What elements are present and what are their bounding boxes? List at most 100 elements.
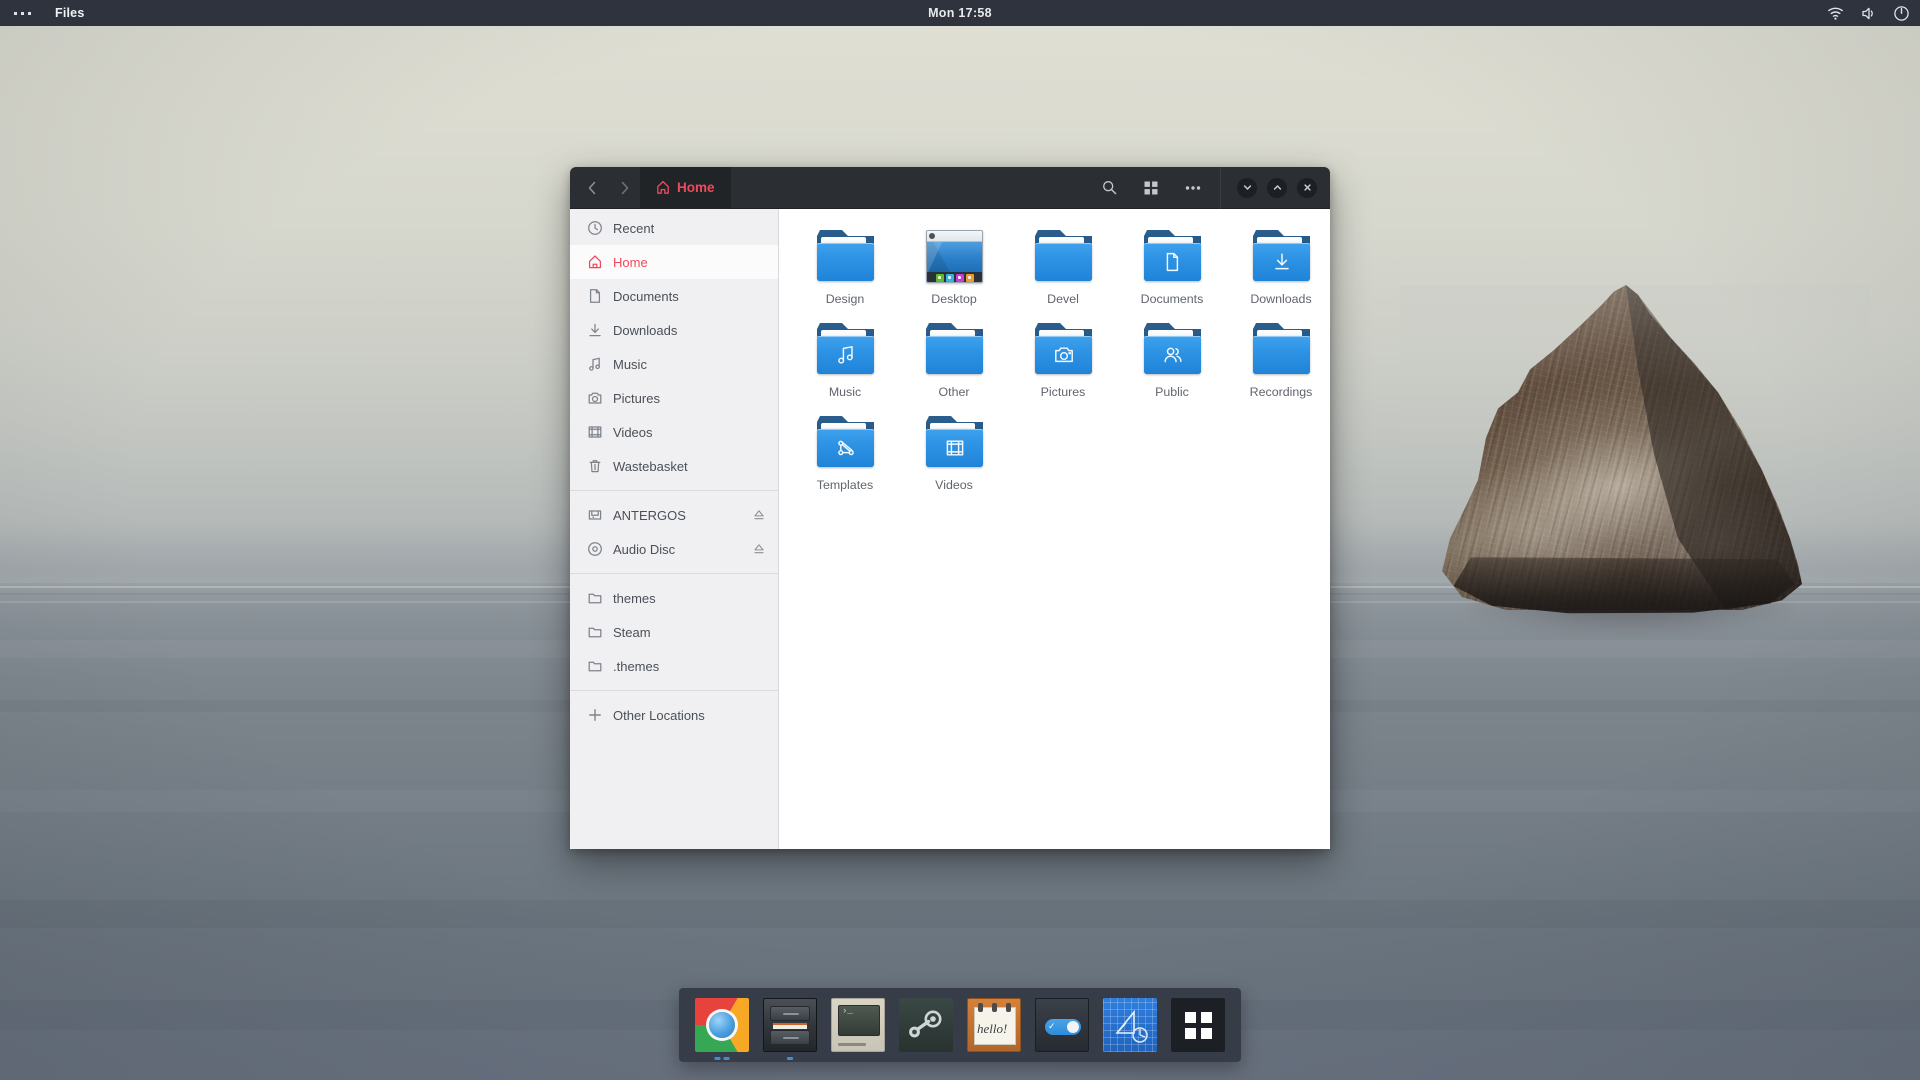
file-item[interactable]: Videos <box>900 409 1008 498</box>
sidebar-item-antergos[interactable]: ANTERGOS <box>570 498 778 532</box>
search-button[interactable] <box>1088 167 1130 209</box>
sidebar-item-pictures[interactable]: Pictures <box>570 381 778 415</box>
wifi-icon[interactable] <box>1827 5 1844 22</box>
file-list-area[interactable]: Design Desktop Devel Documents Downloads… <box>779 209 1330 849</box>
sidebar-item-recent[interactable]: Recent <box>570 211 778 245</box>
clock-label[interactable]: Mon 17:58 <box>928 6 992 20</box>
sidebar-item-documents[interactable]: Documents <box>570 279 778 313</box>
sidebar-item-dot-themes[interactable]: .themes <box>570 649 778 683</box>
file-name-label: Downloads <box>1250 292 1312 306</box>
close-button[interactable] <box>1297 177 1317 198</box>
clock-icon <box>587 220 603 236</box>
dock-item-notes[interactable]: hello! <box>967 998 1021 1052</box>
back-button[interactable] <box>576 167 608 209</box>
file-item[interactable]: Devel <box>1009 223 1117 312</box>
sidebar-item-themes[interactable]: themes <box>570 581 778 615</box>
application-dock[interactable]: hello! ✓ <box>679 988 1241 1062</box>
eject-icon[interactable] <box>752 508 766 522</box>
cabinet-icon <box>763 998 817 1052</box>
folder-icon <box>813 414 877 474</box>
camera-icon <box>587 390 603 406</box>
window-body: Recent Home Documents Downloads Music Picture… <box>570 209 1330 849</box>
folder-icon <box>922 414 986 474</box>
active-app-name[interactable]: Files <box>45 6 95 20</box>
forward-button[interactable] <box>608 167 640 209</box>
header-spacer <box>731 167 1088 209</box>
toggle-icon: ✓ <box>1035 998 1089 1052</box>
ellipsis-icon <box>1184 184 1202 192</box>
file-manager-window[interactable]: Home Recent Home Documents Downloads Mus… <box>570 167 1330 849</box>
dock-item-blueprint[interactable] <box>1103 998 1157 1052</box>
notepad-icon: hello! <box>967 998 1021 1052</box>
graph-icon <box>817 429 874 467</box>
dock-item-files[interactable] <box>763 998 817 1060</box>
file-name-label: Recordings <box>1249 385 1313 399</box>
home-icon <box>587 254 603 270</box>
sidebar-item-music[interactable]: Music <box>570 347 778 381</box>
minimize-button[interactable] <box>1237 177 1257 198</box>
folder-front <box>1253 336 1310 374</box>
file-name-label: Music <box>828 385 862 399</box>
navigation-buttons <box>570 167 640 209</box>
sidebar-item-wastebasket[interactable]: Wastebasket <box>570 449 778 483</box>
dock-item-show-apps[interactable] <box>1171 998 1225 1052</box>
chevron-down-icon <box>1242 182 1253 193</box>
sidebar-item-label: Home <box>613 254 648 270</box>
maximize-button[interactable] <box>1267 177 1287 198</box>
folder-outline-icon <box>587 590 603 606</box>
sidebar-separator <box>570 573 778 574</box>
grid-icon <box>1143 180 1159 196</box>
desktop-preview-dock <box>927 272 982 282</box>
dock-item-chrome[interactable] <box>695 998 749 1060</box>
file-name-label: Public <box>1155 385 1189 399</box>
file-item[interactable]: Public <box>1118 316 1226 405</box>
sidebar-item-home[interactable]: Home <box>570 245 778 279</box>
eject-icon[interactable] <box>752 542 766 556</box>
folder-icon <box>1031 321 1095 381</box>
breadcrumb-home[interactable]: Home <box>640 167 731 209</box>
view-grid-button[interactable] <box>1130 167 1172 209</box>
desktop-preview-app-icon <box>965 273 974 282</box>
file-item[interactable]: Documents <box>1118 223 1226 312</box>
file-item[interactable]: Desktop <box>900 223 1008 312</box>
dock-item-steam[interactable] <box>899 998 953 1052</box>
file-item[interactable]: Pictures <box>1009 316 1117 405</box>
clock: Mon 17:58 <box>0 6 1920 20</box>
file-name-label: Templates <box>816 478 874 492</box>
dock-item-terminal[interactable] <box>831 998 885 1052</box>
download-icon <box>587 322 603 338</box>
file-item[interactable]: Music <box>791 316 899 405</box>
chevron-up-icon <box>1272 182 1283 193</box>
file-item[interactable]: Downloads <box>1227 223 1330 312</box>
plus-icon <box>587 707 603 723</box>
file-item[interactable]: Design <box>791 223 899 312</box>
places-sidebar[interactable]: Recent Home Documents Downloads Music Picture… <box>570 209 779 849</box>
running-indicator <box>714 1057 730 1060</box>
desktop-preview-app-icon <box>935 273 944 282</box>
sidebar-item-downloads[interactable]: Downloads <box>570 313 778 347</box>
sidebar-item-videos[interactable]: Videos <box>570 415 778 449</box>
file-item[interactable]: Recordings <box>1227 316 1330 405</box>
folder-icon <box>1249 321 1313 381</box>
file-item[interactable]: Templates <box>791 409 899 498</box>
film-icon <box>926 429 983 467</box>
sidebar-item-steam[interactable]: Steam <box>570 615 778 649</box>
activities-button[interactable] <box>0 0 45 26</box>
sidebar-item-other-locations[interactable]: Other Locations <box>570 698 778 732</box>
file-item[interactable]: Other <box>900 316 1008 405</box>
sidebar-item-label: ANTERGOS <box>613 507 686 523</box>
file-name-label: Other <box>938 385 970 399</box>
sidebar-item-label: themes <box>613 590 656 606</box>
sidebar-item-audio-disc[interactable]: Audio Disc <box>570 532 778 566</box>
power-icon[interactable] <box>1893 5 1910 22</box>
grid-apps-icon <box>1171 998 1225 1052</box>
menu-button[interactable] <box>1172 167 1214 209</box>
sidebar-item-label: Downloads <box>613 322 678 338</box>
top-bar-status-area[interactable] <box>1827 0 1910 26</box>
folder-icon <box>1249 228 1313 288</box>
file-name-label: Devel <box>1047 292 1079 306</box>
volume-icon[interactable] <box>1860 5 1877 22</box>
desktop-preview-titlebar <box>927 231 982 242</box>
dock-item-settings[interactable]: ✓ <box>1035 998 1089 1052</box>
sidebar-item-label: Videos <box>613 424 653 440</box>
